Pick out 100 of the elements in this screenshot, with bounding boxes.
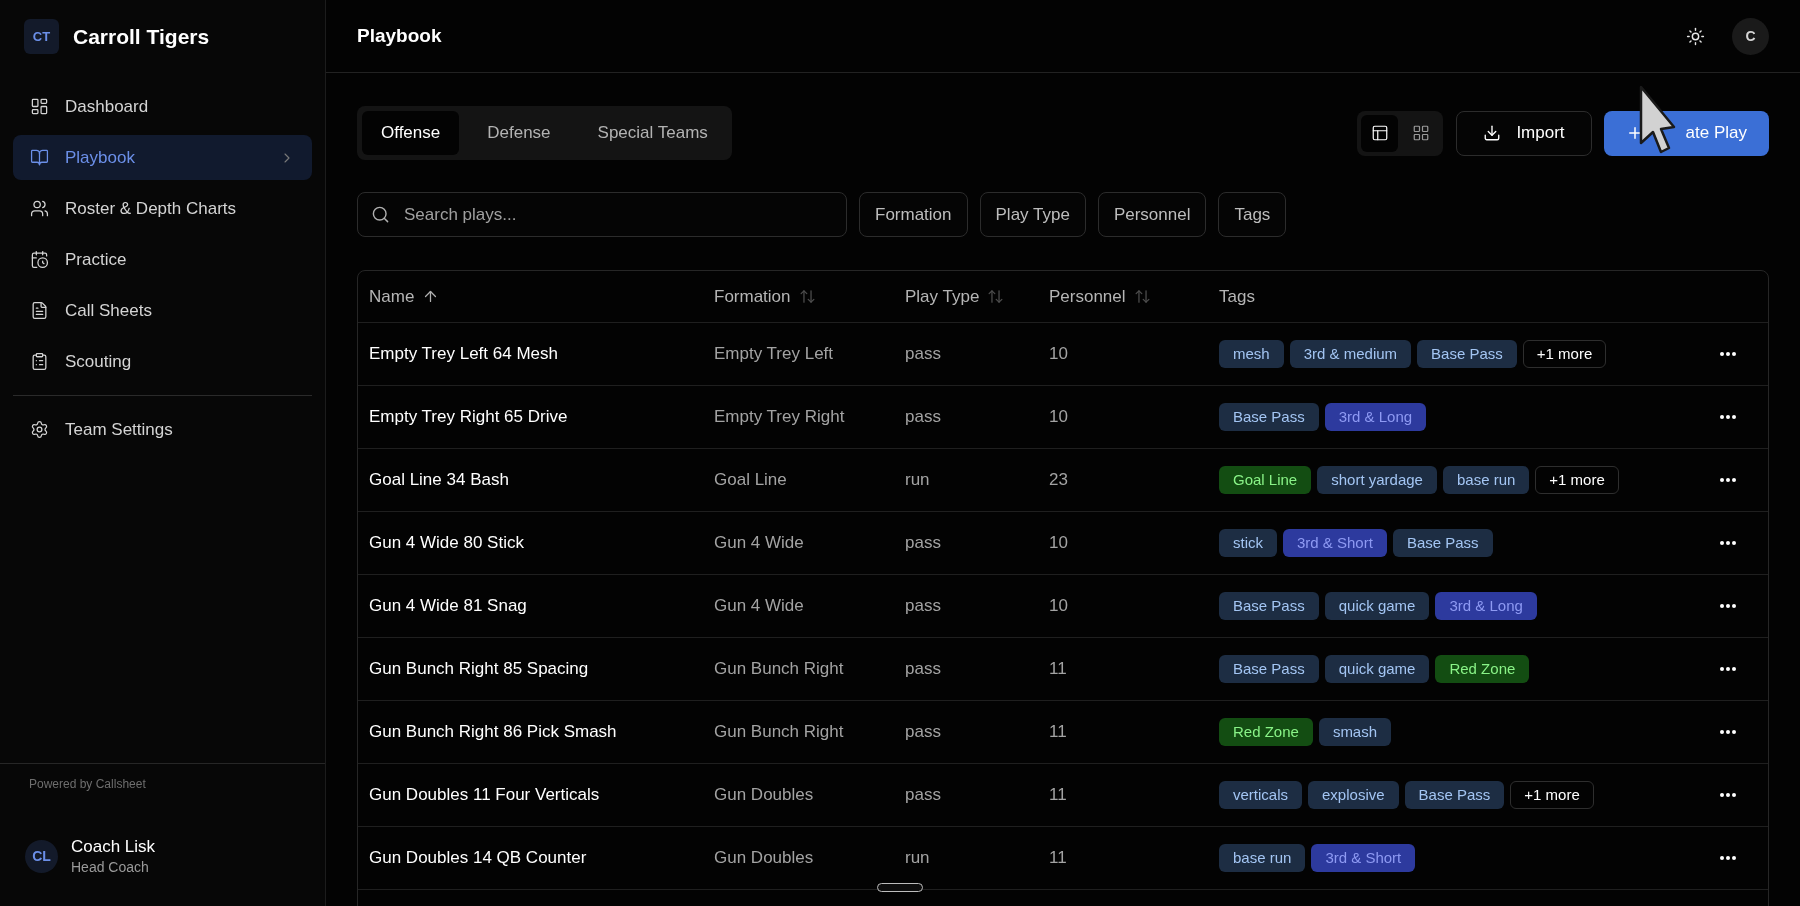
column-header: Play Type	[905, 285, 980, 308]
table-layout-icon	[1370, 124, 1389, 142]
tag: 3rd & Short	[1283, 529, 1387, 557]
user-name: Coach Lisk	[71, 836, 156, 858]
sidebar-item[interactable]: Roster & Depth Charts	[13, 186, 312, 231]
tag: quick game	[1324, 592, 1430, 620]
sidebar-item[interactable]: Scouting	[13, 339, 312, 384]
sun-icon	[1685, 26, 1705, 46]
tag: Red Zone	[1435, 655, 1530, 683]
table-cell: 11	[1049, 659, 1067, 679]
table-cell: 10	[1049, 533, 1068, 553]
ellipsis-icon	[1720, 415, 1736, 419]
tag: base run	[1442, 466, 1530, 494]
tag: Goal Line	[1219, 466, 1312, 494]
tag: 3rd & medium	[1289, 340, 1412, 368]
grid-icon	[1411, 124, 1430, 142]
tag: verticals	[1219, 781, 1302, 809]
sidebar-item[interactable]: Call Sheets	[13, 288, 312, 333]
more-tags-button[interactable]: +1 more	[1522, 340, 1607, 368]
search-field[interactable]: Search plays...	[357, 192, 847, 237]
table-cell: 10	[1049, 407, 1068, 427]
ellipsis-icon	[1720, 541, 1736, 545]
table-cell: Empty Trey Left	[714, 344, 834, 364]
column-header: Personnel	[1049, 285, 1126, 308]
clipboard-icon	[30, 352, 49, 371]
table-cell: 23	[1049, 470, 1068, 490]
play-name: Gun 4 Wide 80 Stick	[369, 533, 524, 553]
sidebar-item[interactable]: Dashboard	[13, 84, 312, 129]
filter-button[interactable]: Tags	[1218, 192, 1287, 237]
table-cell: Gun 4 Wide	[714, 596, 804, 616]
table-cell: Gun 4 Wide	[714, 533, 804, 553]
table-cell: pass	[905, 722, 941, 742]
ellipsis-icon	[1720, 604, 1736, 608]
ellipsis-icon	[1720, 793, 1736, 797]
table-cell: pass	[905, 785, 941, 805]
ellipsis-icon	[1720, 730, 1736, 734]
table-cell: Gun Bunch Right	[714, 722, 844, 742]
table-cell: 10	[1049, 344, 1068, 364]
table-cell: Gun Doubles	[714, 785, 814, 805]
table-cell: pass	[905, 596, 941, 616]
play-name: Gun Bunch Right 86 Pick Smash	[369, 722, 617, 742]
table-cell: run	[905, 848, 930, 868]
tag: stick	[1219, 529, 1277, 557]
table-cell: Gun Doubles	[714, 848, 814, 868]
user-avatar: CL	[25, 840, 58, 873]
play-name: Gun Bunch Right 85 Spacing	[369, 659, 589, 679]
ellipsis-icon	[1720, 478, 1736, 482]
tag: mesh	[1219, 340, 1284, 368]
tag: short yardage	[1317, 466, 1437, 494]
table-cell: pass	[905, 659, 941, 679]
tag: Base Pass	[1392, 529, 1493, 557]
team-name: Carroll Tigers	[73, 23, 210, 50]
play-name: Empty Trey Left 64 Mesh	[369, 344, 558, 364]
tag: Red Zone	[1219, 718, 1313, 746]
ellipsis-icon	[1720, 856, 1736, 860]
play-name: Gun Doubles 11 Four Verticals	[369, 785, 600, 805]
tag: 3rd & Long	[1324, 403, 1427, 431]
user-avatar[interactable]: C	[1732, 17, 1769, 55]
tag: 3rd & Short	[1311, 844, 1416, 872]
table-cell: run	[905, 470, 930, 490]
download-icon	[1483, 124, 1502, 142]
page-title: Playbook	[357, 23, 442, 48]
sidebar-item[interactable]: Practice	[13, 237, 312, 282]
search-icon	[371, 205, 390, 224]
column-header: Tags	[1219, 285, 1255, 308]
tab[interactable]: Defense	[468, 111, 570, 155]
table-cell: 10	[1049, 596, 1068, 616]
filter-button[interactable]: Play Type	[979, 192, 1086, 237]
table-cell: pass	[905, 533, 941, 553]
tag: Base Pass	[1404, 781, 1505, 809]
tag: Base Pass	[1219, 655, 1319, 683]
more-tags-button[interactable]: +1 more	[1535, 466, 1619, 494]
play-name: Gun 4 Wide 81 Snag	[369, 596, 527, 616]
sidebar-item[interactable]: Playbook	[13, 135, 312, 180]
view-button[interactable]	[1361, 114, 1399, 152]
user-role: Head Coach	[71, 858, 150, 877]
table-cell: pass	[905, 407, 941, 427]
table-cell: 11	[1049, 785, 1067, 805]
scroll-handle[interactable]	[877, 883, 923, 892]
users-icon	[30, 199, 49, 218]
tag: Base Pass	[1219, 403, 1319, 431]
column-header: Formation	[714, 285, 791, 308]
tag: explosive	[1308, 781, 1399, 809]
filter-button[interactable]: Formation	[859, 192, 968, 237]
tag: Base Pass	[1219, 592, 1319, 620]
filter-button[interactable]: Personnel	[1097, 192, 1207, 237]
table-cell: 11	[1049, 848, 1067, 868]
team-logo: CT	[24, 19, 59, 54]
table-cell: Gun Bunch Right	[714, 659, 844, 679]
calendar-clock-icon	[30, 250, 49, 269]
tab[interactable]: Offense	[362, 111, 460, 155]
tab[interactable]: Special Teams	[578, 111, 727, 155]
table-cell: 11	[1049, 722, 1067, 742]
tag: quick game	[1324, 655, 1430, 683]
import-button[interactable]: Import	[1456, 110, 1592, 156]
sidebar-item[interactable]: Team Settings	[13, 407, 312, 452]
tag: base run	[1219, 844, 1306, 872]
more-tags-button[interactable]: +1 more	[1510, 781, 1594, 809]
tag: Base Pass	[1417, 340, 1517, 368]
table-cell: Goal Line	[714, 470, 787, 490]
